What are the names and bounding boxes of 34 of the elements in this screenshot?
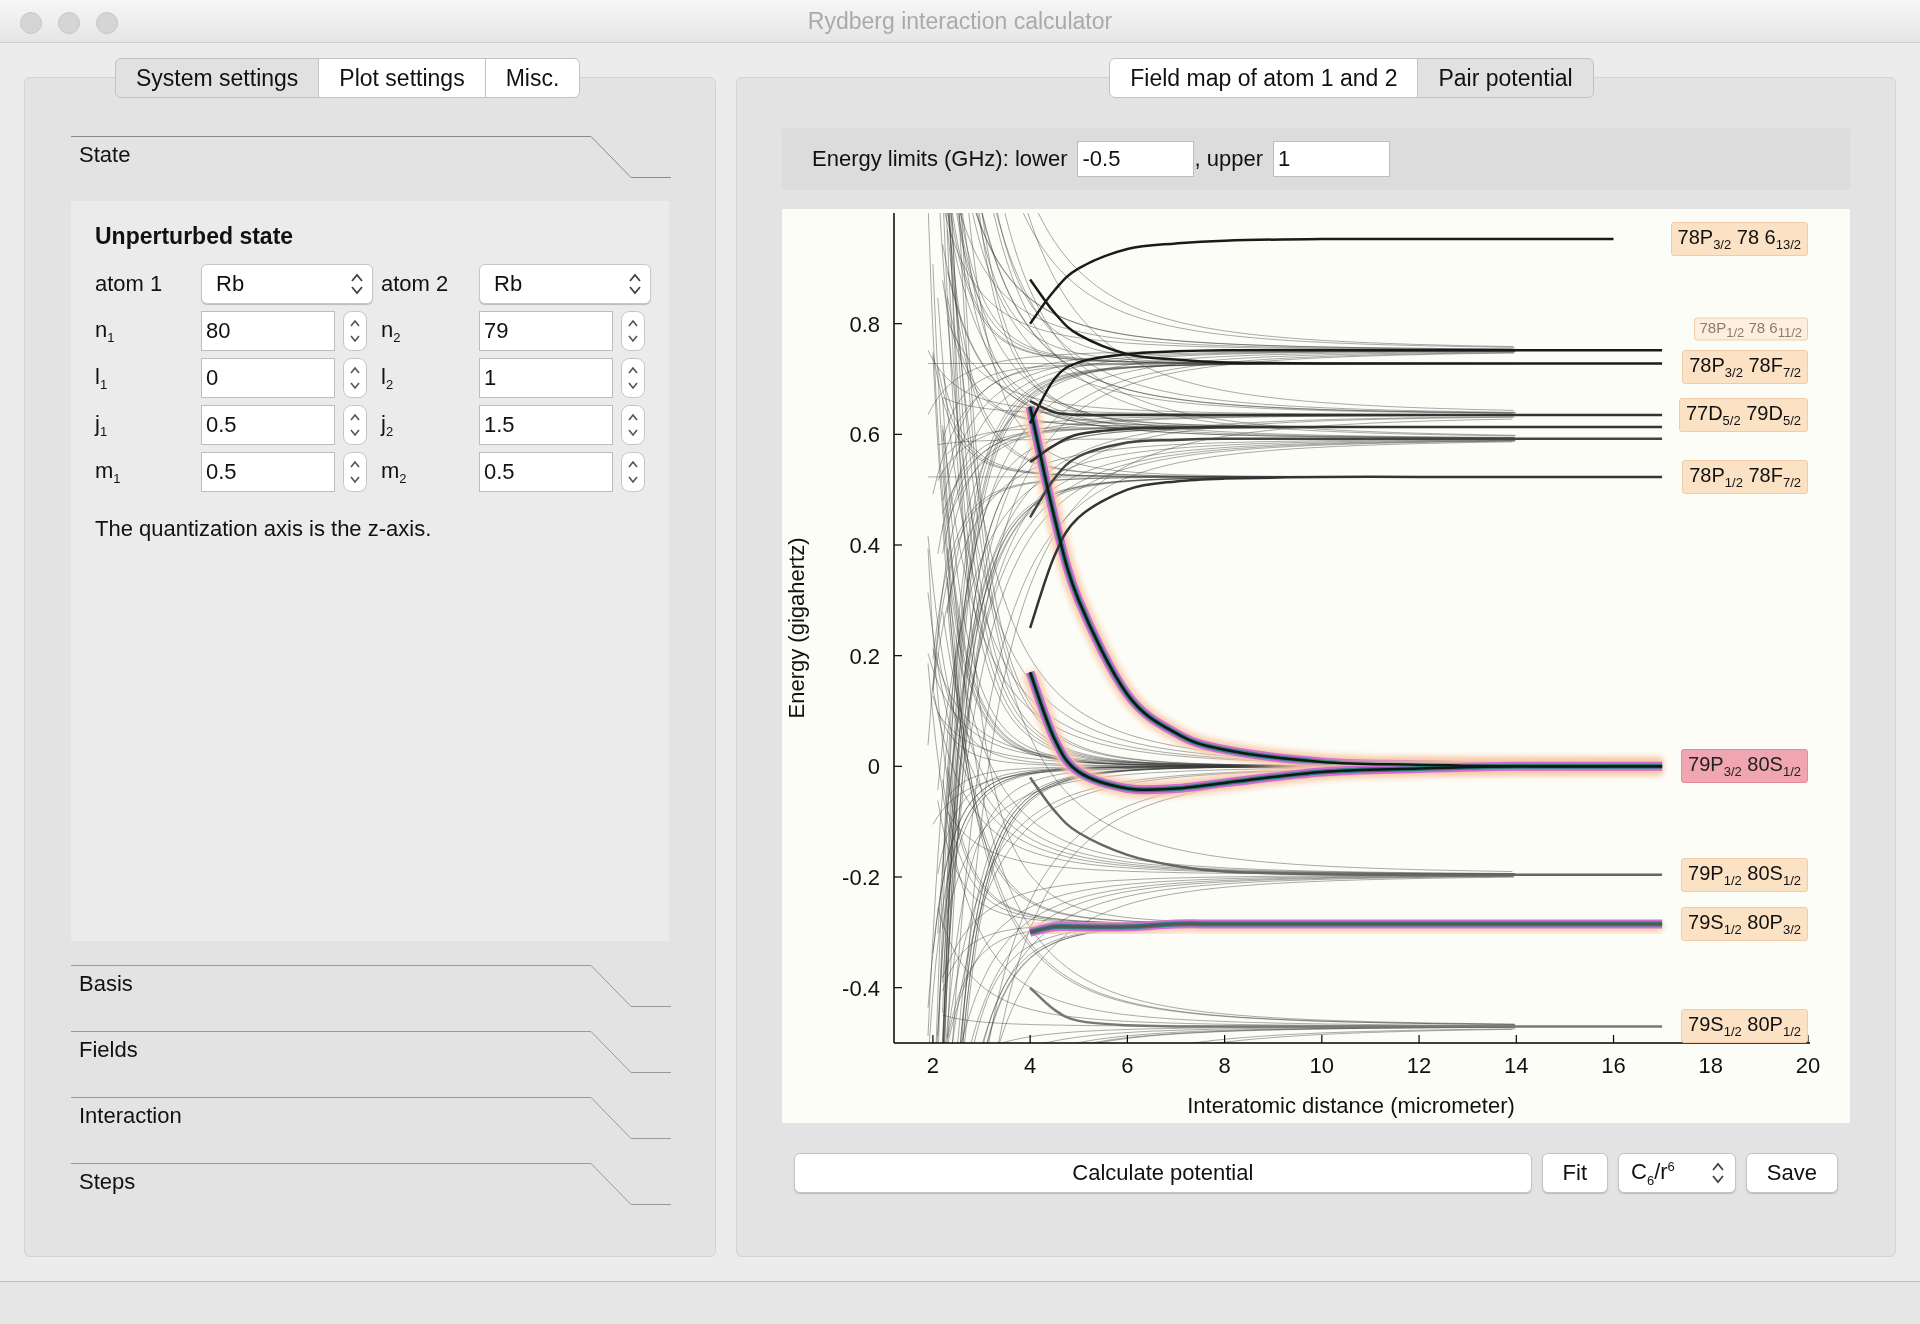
y-axis-title: Energy (gigahertz) — [784, 537, 809, 719]
tick-label: 6 — [1121, 1053, 1134, 1078]
tick-label: 8 — [1218, 1053, 1231, 1078]
tick-label: 10 — [1309, 1053, 1335, 1078]
form-heading: Unperturbed state — [95, 223, 295, 250]
tick-label: 0 — [867, 754, 880, 780]
limits-label: Energy limits (GHz): lower — [812, 146, 1068, 172]
field-label: m$_{1}$ — [95, 457, 122, 487]
tick-label: 0.6 — [849, 422, 880, 448]
tick-label: -0.2 — [842, 865, 880, 890]
tick-label: 16 — [1601, 1053, 1626, 1078]
field-label: j$_{2}$ — [381, 410, 395, 440]
tick-label: 0.4 — [849, 533, 880, 558]
field-label: n$_{1}$ — [95, 316, 116, 346]
field-label: l$_{2}$ — [381, 363, 395, 393]
x-axis-title: Interatomic distance (micrometer) — [1187, 1093, 1515, 1118]
tick-label: 14 — [1504, 1053, 1529, 1078]
tick-label: 12 — [1406, 1053, 1432, 1078]
tick-label: 0.8 — [849, 311, 880, 337]
tick-label: 18 — [1698, 1053, 1723, 1078]
field-label: j$_{1}$ — [95, 410, 109, 440]
field-label: atom 1 — [95, 271, 164, 297]
tick-label: 4 — [1024, 1053, 1037, 1078]
tick-label: -0.4 — [842, 975, 880, 1001]
field-label: l$_{1}$ — [95, 363, 109, 393]
tick-label: 2 — [926, 1053, 939, 1078]
info-text: The quantization axis is the z-axis. — [95, 516, 433, 542]
limits-label: , upper — [1194, 146, 1263, 172]
tick-label: 20 — [1795, 1053, 1821, 1078]
field-label: atom 2 — [381, 271, 450, 297]
tick-label: 0.2 — [849, 643, 880, 669]
field-label: m$_{2}$ — [381, 457, 408, 487]
window-title: Rydberg interaction calculator — [807, 7, 1113, 35]
field-label: n$_{2}$ — [381, 316, 402, 346]
